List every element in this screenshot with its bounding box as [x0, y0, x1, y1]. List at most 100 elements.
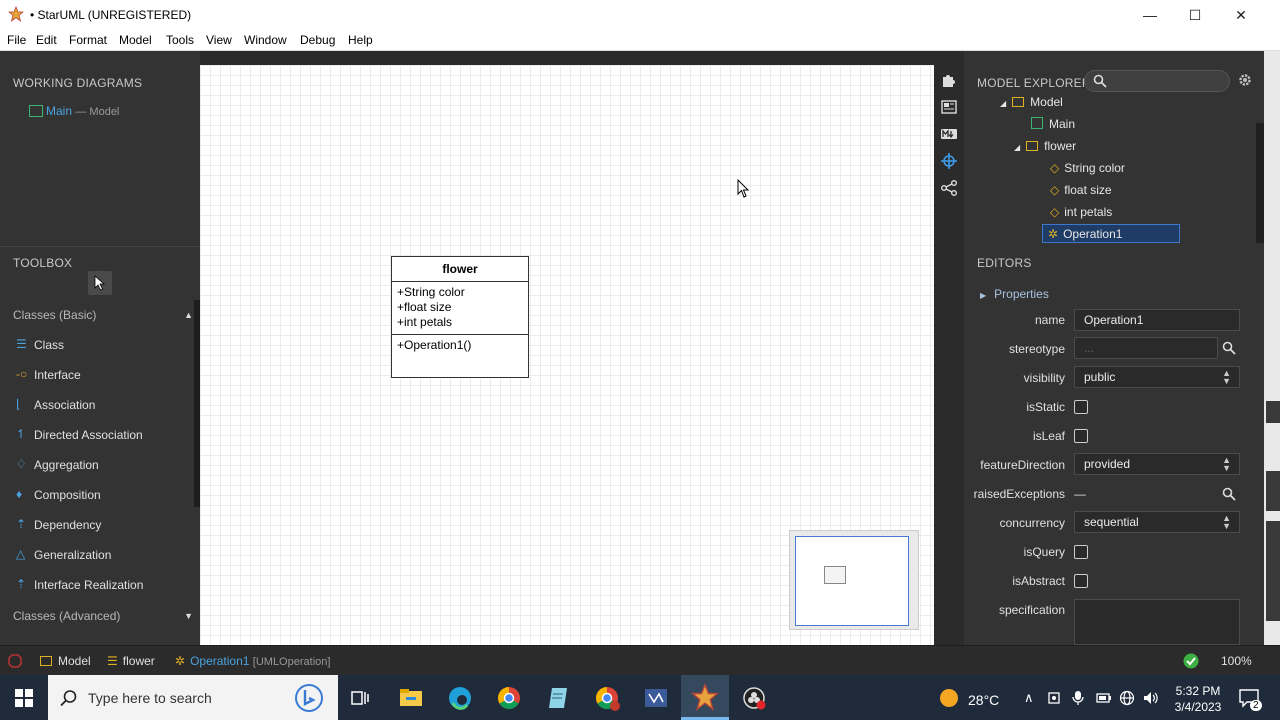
concurrency-select[interactable]: sequential ▲ ▼: [1074, 511, 1240, 533]
toolbox-item-interface-realization[interactable]: ⇡ Interface Realization: [0, 570, 194, 600]
edge-browser-icon[interactable]: [445, 683, 475, 713]
battery-icon[interactable]: [1096, 692, 1112, 704]
uml-class-name[interactable]: flower: [392, 257, 528, 282]
model-explorer-search-input[interactable]: [1084, 70, 1230, 92]
class-icon: ☰: [16, 337, 27, 351]
taskbar-search-box[interactable]: Type here to search: [48, 675, 338, 720]
clock-date: 3/4/2023: [1174, 700, 1222, 714]
specification-textarea[interactable]: [1074, 599, 1240, 645]
tree-item-model[interactable]: ◢ Model: [1000, 95, 1063, 109]
taskbar-staruml-active[interactable]: [681, 675, 729, 720]
toolbox-item-directed-association[interactable]: ↿ Directed Association: [0, 420, 194, 450]
properties-section-toggle[interactable]: ▶ Properties: [980, 287, 1049, 301]
chrome-browser-icon[interactable]: [494, 683, 524, 713]
tree-item-flower[interactable]: ◢ flower: [1014, 139, 1076, 153]
name-field[interactable]: Operation1: [1074, 309, 1240, 331]
system-clock[interactable]: 5:32 PM 3/4/2023: [1170, 683, 1226, 715]
validation-ok-icon[interactable]: [1183, 653, 1199, 669]
uml-class-flower[interactable]: flower +String color +float size +int pe…: [391, 256, 529, 378]
isStatic-checkbox[interactable]: [1074, 400, 1088, 414]
crosshair-navigate-icon[interactable]: [940, 152, 958, 170]
tree-item-attribute[interactable]: ◇ float size: [1050, 183, 1112, 197]
working-diagram-item[interactable]: Main — Model: [28, 104, 119, 118]
visual-studio-icon[interactable]: [641, 683, 671, 713]
mouse-cursor-icon: [737, 179, 750, 198]
raisedExceptions-search-icon[interactable]: [1222, 487, 1236, 501]
isLeaf-checkbox[interactable]: [1074, 429, 1088, 443]
network-globe-icon[interactable]: [1119, 690, 1135, 706]
toolbox-item-association[interactable]: ⌊ Association: [0, 390, 194, 420]
markdown-icon[interactable]: [940, 125, 958, 143]
tree-item-attribute[interactable]: ◇ int petals: [1050, 205, 1112, 219]
uml-operations-compartment[interactable]: +Operation1(): [392, 335, 528, 356]
zoom-level[interactable]: 100%: [1221, 654, 1252, 668]
toolbox-group-advanced[interactable]: Classes (Advanced) ▼: [13, 609, 193, 623]
layout-panels-icon[interactable]: [940, 98, 958, 116]
microphone-icon[interactable]: [1072, 690, 1084, 706]
class-icon: ☰: [107, 654, 118, 668]
toolbox-item-dependency[interactable]: ⇡ Dependency: [0, 510, 194, 540]
menu-model[interactable]: Model: [119, 33, 152, 47]
volume-icon[interactable]: [1142, 690, 1158, 706]
chrome-profile-icon[interactable]: [592, 683, 622, 713]
extensions-puzzle-icon[interactable]: [940, 71, 958, 89]
uml-operation[interactable]: +Operation1(): [397, 338, 523, 353]
share-icon[interactable]: [940, 179, 958, 197]
breadcrumb-operation[interactable]: ✲ Operation1 [UMLOperation]: [175, 654, 330, 668]
bing-icon[interactable]: [294, 683, 324, 713]
weather-temperature[interactable]: 28°C: [968, 692, 999, 708]
obs-recorder-icon[interactable]: [739, 683, 769, 713]
close-button[interactable]: ✕: [1218, 0, 1264, 30]
toolbox-item-class[interactable]: ☰ Class: [0, 330, 194, 360]
menu-bar: File Edit Format Model Tools View Window…: [0, 30, 1280, 51]
menu-file[interactable]: File: [7, 33, 26, 47]
stereotype-search-icon[interactable]: [1222, 341, 1236, 355]
tray-overflow-chevron-icon[interactable]: ∧: [1024, 690, 1034, 706]
composition-icon: ♦: [16, 487, 23, 501]
featureDirection-select[interactable]: provided ▲ ▼: [1074, 453, 1240, 475]
menu-format[interactable]: Format: [69, 33, 107, 47]
menu-view[interactable]: View: [206, 33, 232, 47]
uml-attribute[interactable]: +String color: [397, 285, 523, 300]
stereotype-field[interactable]: ...: [1074, 337, 1218, 359]
minimap-viewport[interactable]: [795, 536, 909, 626]
tree-item-main[interactable]: Main: [1031, 117, 1075, 131]
breadcrumb-model-label: Model: [58, 654, 91, 668]
isAbstract-checkbox[interactable]: [1074, 574, 1088, 588]
select-tool-button[interactable]: [88, 271, 112, 295]
uml-attribute[interactable]: +float size: [397, 300, 523, 315]
panel-divider[interactable]: [0, 246, 200, 247]
toolbox-item-generalization[interactable]: △ Generalization: [0, 540, 194, 570]
visibility-select[interactable]: public ▲ ▼: [1074, 366, 1240, 388]
task-view-icon[interactable]: [345, 683, 375, 713]
menu-debug[interactable]: Debug: [300, 33, 335, 47]
operation-icon: ✲: [1048, 227, 1059, 241]
diagram-canvas[interactable]: flower +String color +float size +int pe…: [200, 65, 934, 645]
tree-item-attribute[interactable]: ◇ String color: [1050, 161, 1125, 175]
model-explorer-scrollbar[interactable]: [1256, 123, 1264, 243]
uml-attribute[interactable]: +int petals: [397, 315, 523, 330]
diagram-minimap[interactable]: [789, 530, 919, 630]
toolbox-item-composition[interactable]: ♦ Composition: [0, 480, 194, 510]
menu-edit[interactable]: Edit: [36, 33, 57, 47]
toolbox-item-aggregation[interactable]: ♢ Aggregation: [0, 450, 194, 480]
maximize-button[interactable]: ☐: [1172, 0, 1218, 30]
uml-attributes-compartment[interactable]: +String color +float size +int petals: [392, 282, 528, 335]
start-button[interactable]: [0, 675, 48, 720]
toolbox-group-basic[interactable]: Classes (Basic) ▲: [13, 308, 193, 322]
weather-sun-icon[interactable]: [939, 688, 959, 708]
tree-item-operation-selected[interactable]: ✲ Operation1: [1042, 224, 1180, 243]
isQuery-checkbox[interactable]: [1074, 545, 1088, 559]
menu-help[interactable]: Help: [348, 33, 373, 47]
breadcrumb-flower[interactable]: ☰ flower: [107, 654, 155, 668]
menu-window[interactable]: Window: [244, 33, 287, 47]
breadcrumb-model[interactable]: Model: [40, 654, 91, 668]
minimize-button[interactable]: —: [1127, 0, 1173, 30]
tray-app-icon[interactable]: [1048, 691, 1062, 705]
error-icon[interactable]: [8, 654, 22, 668]
file-explorer-icon[interactable]: [396, 683, 426, 713]
menu-tools[interactable]: Tools: [166, 33, 194, 47]
notepad-icon[interactable]: [543, 683, 573, 713]
toolbox-item-interface[interactable]: -○ Interface: [0, 360, 194, 390]
gear-icon[interactable]: [1238, 73, 1252, 87]
